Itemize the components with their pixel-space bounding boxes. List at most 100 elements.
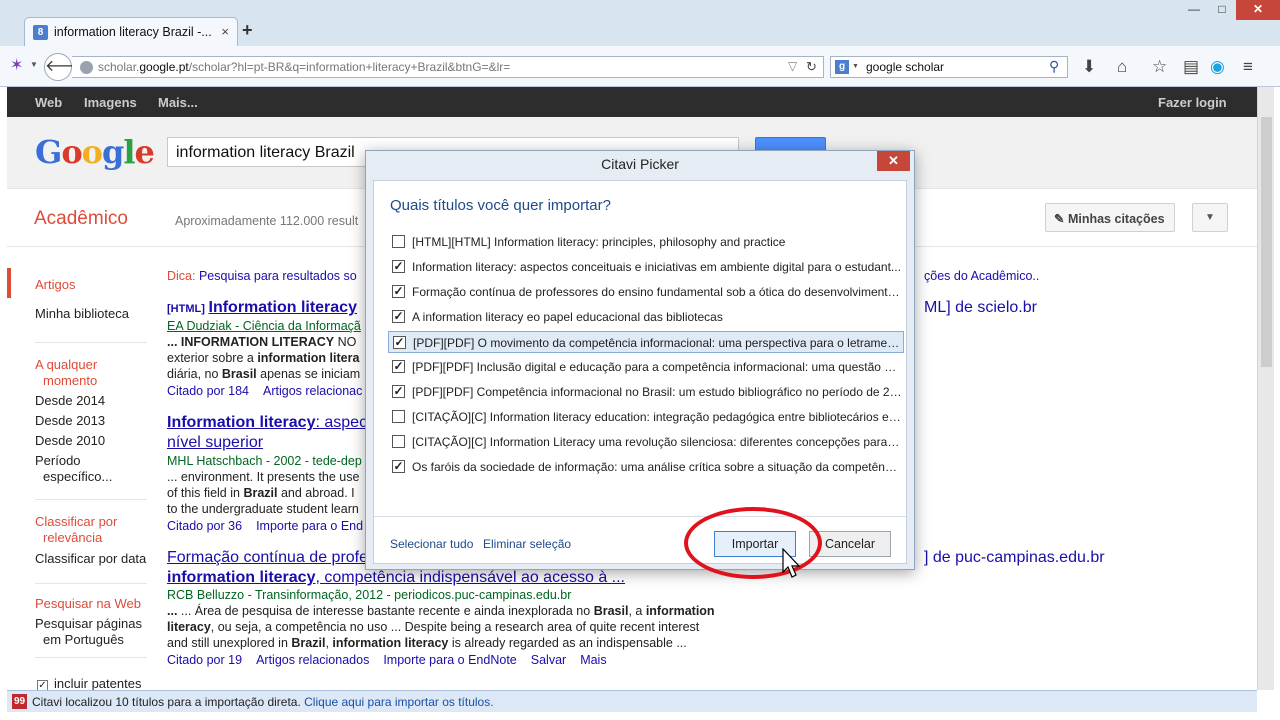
select-all-link[interactable]: Selecionar tudo (390, 537, 473, 551)
browser-tab[interactable]: 8 information literacy Brazil -... × (24, 17, 238, 46)
citavi-icon: 99 (12, 694, 27, 709)
title-list-item[interactable]: [CITAÇÃO][C] Information Literacy uma re… (388, 431, 904, 453)
checkbox-checked[interactable]: ✓ (392, 285, 405, 298)
google-icon[interactable]: g (835, 60, 849, 74)
title-label: [PDF][PDF] O movimento da competência in… (413, 336, 903, 350)
checkbox-checked[interactable]: ✓ (392, 360, 405, 373)
google-logo[interactable]: Google (35, 133, 155, 171)
title-list-item[interactable]: ✓ Formação contínua de professores do ens… (388, 281, 904, 303)
import-endnote-link[interactable]: Importe para o End (256, 519, 363, 533)
cited-by-link[interactable]: Citado por 36 (167, 519, 242, 533)
result-title-2[interactable]: Information literacy: aspec (167, 414, 367, 432)
section-title: Acadêmico (34, 208, 128, 229)
result-3-authors: RCB Belluzzo - Transinformação, 2012 - p… (167, 588, 572, 602)
search-icon[interactable]: ⚲ (1049, 58, 1059, 75)
chevron-down-icon[interactable]: ▼ (1192, 203, 1228, 232)
sidebar-item-search-pt[interactable]: Pesquisar páginas em Português (35, 616, 142, 648)
back-arrow-icon[interactable]: 🡐 (44, 53, 88, 81)
result-1-fulltext-link[interactable]: ML] de scielo.br (924, 299, 1037, 317)
tab-close-icon[interactable]: × (221, 24, 229, 39)
browser-search-box[interactable]: g ▼ google scholar ⚲ (830, 56, 1068, 78)
title-list-item[interactable]: ✓ Information literacy: aspectos conceitu… (388, 256, 904, 278)
result-title-2-line-2[interactable]: nível superior (167, 434, 263, 452)
bookmark-star-icon[interactable]: ☆ (1152, 58, 1167, 75)
title-list-item[interactable]: [HTML][HTML] Information literacy: princ… (388, 231, 904, 253)
url-text[interactable]: scholar.google.pt/scholar?hl=pt-BR&q=inf… (98, 60, 510, 74)
sidebar-item-search-web[interactable]: Pesquisar na Web (35, 596, 141, 612)
my-citations-button[interactable]: ✎ Minhas citações (1045, 203, 1175, 232)
browser-search-input[interactable]: google scholar (866, 60, 944, 74)
result-title-1[interactable]: [HTML] Information literacy (167, 299, 357, 317)
logo-letter: g (102, 133, 124, 171)
title-list-item[interactable]: [CITAÇÃO][C] Information literacy educat… (388, 406, 904, 428)
download-icon[interactable]: ⬇ (1082, 58, 1096, 75)
citavi-status-bar: 99 Citavi localizou 10 títulos para a im… (7, 690, 1257, 712)
sidebar-item-since-2014[interactable]: Desde 2014 (35, 393, 105, 409)
sidebar-item-any-time[interactable]: A qualquer momento (35, 357, 97, 389)
more-link[interactable]: Mais (580, 653, 606, 667)
title-list-item[interactable]: ✓ A information literacy eo papel educaci… (388, 306, 904, 328)
hamburger-menu-icon[interactable]: ≡ (1243, 58, 1253, 75)
bookmarks-list-icon[interactable]: ▤ (1183, 58, 1199, 75)
skype-icon[interactable]: ◉ (1210, 58, 1225, 75)
save-link[interactable]: Salvar (531, 653, 566, 667)
sidebar-item-sort-relevance[interactable]: Classificar por relevância (35, 514, 117, 546)
import-titles-link[interactable]: Clique aqui para importar os títulos. (304, 695, 493, 709)
minimize-icon[interactable]: — (1180, 0, 1208, 20)
cited-by-link[interactable]: Citado por 19 (167, 653, 242, 667)
login-link[interactable]: Fazer login (1158, 95, 1227, 110)
divider (35, 342, 147, 343)
result-1-authors: EA Dudziak - Ciência da Informaçã (167, 319, 361, 333)
result-title-3-line-2[interactable]: information literacy, competência indisp… (167, 569, 625, 587)
checkbox-checked[interactable]: ✓ (392, 310, 405, 323)
chevron-down-icon[interactable]: ▼ (852, 63, 859, 70)
scrollbar-thumb[interactable] (1261, 117, 1272, 367)
maximize-icon[interactable]: □ (1208, 0, 1236, 20)
cited-by-link[interactable]: Citado por 184 (167, 384, 249, 398)
title-list-item[interactable]: ✓ [PDF][PDF] Inclusão digital e educação … (388, 356, 904, 378)
gbar-more-link[interactable]: Mais... (158, 95, 198, 110)
browser-navbar: ✶ ▼ 🡐 scholar.google.pt/scholar?hl=pt-BR… (0, 46, 1280, 87)
sidebar-item-custom-period[interactable]: Período específico... (35, 453, 112, 485)
address-bar[interactable]: scholar.google.pt/scholar?hl=pt-BR&q=inf… (72, 56, 824, 78)
related-link[interactable]: Artigos relacionados (256, 653, 369, 667)
gbar-web-link[interactable]: Web (35, 95, 62, 110)
result-2-authors: MHL Hatschbach - 2002 - tede-dep (167, 454, 362, 468)
sidebar-item-since-2010[interactable]: Desde 2010 (35, 433, 105, 449)
checkbox-checked[interactable]: ✓ (392, 260, 405, 273)
title-list-item[interactable]: ✓ [PDF][PDF] Competência informacional no… (388, 381, 904, 403)
reload-icon[interactable]: ↻ (806, 59, 817, 75)
checkbox-unchecked[interactable] (392, 435, 405, 448)
home-icon[interactable]: ⌂ (1117, 58, 1127, 75)
title-label: [PDF][PDF] Inclusão digital e educação p… (412, 360, 902, 374)
sidebar-item-library[interactable]: Minha biblioteca (35, 306, 129, 322)
highlight-annotation (684, 507, 822, 579)
import-endnote-link[interactable]: Importe para o EndNote (383, 653, 516, 667)
browser-menu-icon[interactable]: ✶ (10, 58, 26, 74)
title-label: Os faróis da sociedade de informação: um… (412, 460, 902, 474)
gbar-images-link[interactable]: Imagens (84, 95, 137, 110)
result-title-3[interactable]: Formação contínua de profe (167, 549, 368, 567)
new-tab-icon[interactable]: + (242, 20, 253, 41)
chevron-down-icon[interactable]: ▼ (30, 60, 38, 69)
result-3-fulltext-link[interactable]: ] de puc-campinas.edu.br (924, 549, 1105, 567)
dropdown-arrow-icon[interactable]: ▽ (788, 59, 797, 73)
sidebar-item-since-2013[interactable]: Desde 2013 (35, 413, 105, 429)
window-close-icon[interactable]: ✕ (1236, 0, 1280, 20)
sidebar-item-sort-date[interactable]: Classificar por data (35, 551, 146, 567)
title-list-item[interactable]: ✓ [PDF][PDF] O movimento da competência i… (388, 331, 904, 353)
checkbox-unchecked[interactable] (392, 235, 405, 248)
title-list-item[interactable]: ✓ Os faróis da sociedade de informação: u… (388, 456, 904, 478)
clear-selection-link[interactable]: Eliminar seleção (483, 537, 571, 551)
tip-tail-link[interactable]: ções do Acadêmico.. (924, 269, 1039, 283)
checkbox-unchecked[interactable] (392, 410, 405, 423)
logo-letter: o (81, 133, 103, 171)
divider (35, 657, 147, 658)
checkbox-checked[interactable]: ✓ (393, 336, 406, 349)
related-link[interactable]: Artigos relacionac (263, 384, 362, 398)
dialog-close-icon[interactable]: ✕ (877, 151, 910, 171)
checkbox-checked[interactable]: ✓ (392, 460, 405, 473)
checkbox-checked[interactable]: ✓ (392, 385, 405, 398)
page-scrollbar[interactable] (1257, 87, 1274, 690)
sidebar-item-articles[interactable]: Artigos (35, 277, 75, 293)
